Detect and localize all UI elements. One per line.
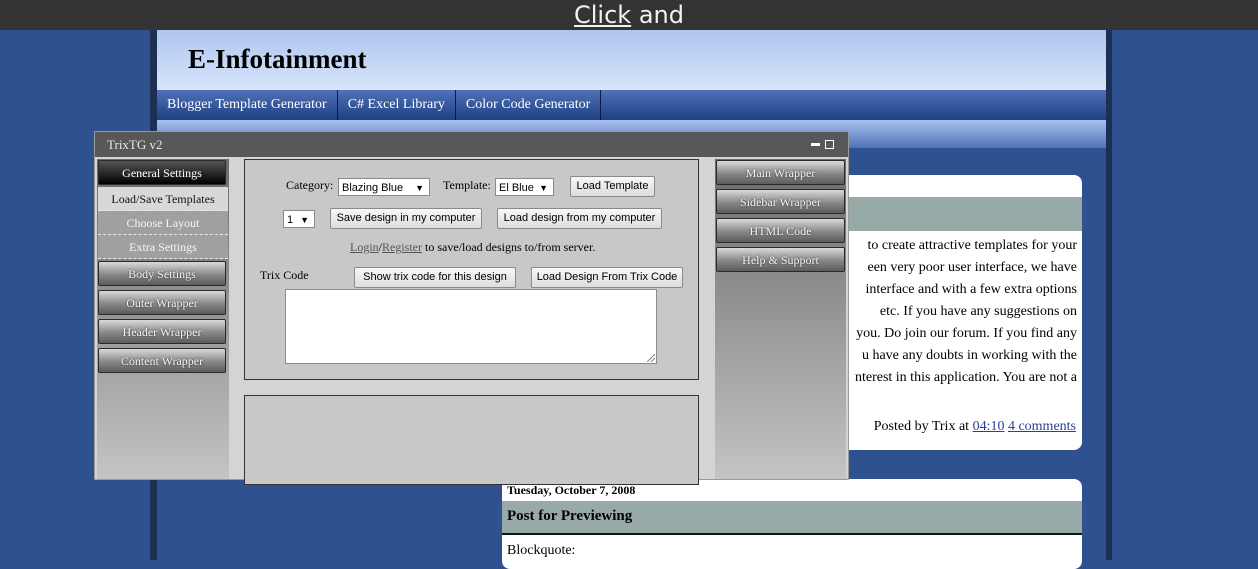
submenu-load-save-templates[interactable]: Load/Save Templates xyxy=(98,187,228,211)
post-card: Tuesday, October 7, 2008 Post for Previe… xyxy=(502,479,1082,569)
window-title: TrixTG v2 xyxy=(107,137,163,152)
restore-icon[interactable] xyxy=(825,140,834,149)
preview-panel xyxy=(244,395,699,485)
category-label: Category: xyxy=(286,178,334,192)
overlay-banner: Click and xyxy=(0,0,1258,30)
menu-outer-wrapper[interactable]: Outer Wrapper xyxy=(98,290,226,315)
trix-code-label: Trix Code xyxy=(260,268,309,282)
category-value: Blazing Blue xyxy=(342,182,404,194)
window-title-bar[interactable]: TrixTG v2 xyxy=(95,132,848,157)
post-title-band: Post for Previewing xyxy=(502,501,1082,535)
comments-link[interactable]: 4 comments xyxy=(1008,419,1076,434)
banner-rest-text: and xyxy=(638,1,684,29)
template-select[interactable]: El Blue ▼ xyxy=(495,178,554,196)
nav-item-template-generator[interactable]: Blogger Template Generator xyxy=(157,90,338,120)
menu-html-code[interactable]: HTML Code xyxy=(716,218,845,243)
trixtg-window: TrixTG v2 General Settings Load/Save Tem… xyxy=(94,131,849,485)
server-login-line: Login/Register to save/load designs to/f… xyxy=(350,240,595,255)
slot-value: 1 xyxy=(287,214,294,226)
register-link[interactable]: Register xyxy=(382,240,422,254)
load-template-button[interactable]: Load Template xyxy=(570,176,655,197)
post-time-link[interactable]: 04:10 xyxy=(973,419,1005,434)
category-select[interactable]: Blazing Blue ▼ xyxy=(338,178,430,196)
right-menu: Main Wrapper Sidebar Wrapper HTML Code H… xyxy=(715,159,846,479)
blog-header: E-Infotainment xyxy=(157,30,1106,90)
left-menu: General Settings Load/Save Templates Cho… xyxy=(97,159,229,479)
login-link[interactable]: Login xyxy=(350,240,379,254)
menu-general-settings[interactable]: General Settings xyxy=(98,160,226,185)
dropdown-arrow-icon: ▼ xyxy=(415,183,424,193)
submenu-extra-settings[interactable]: Extra Settings xyxy=(98,235,228,259)
trix-code-textarea[interactable] xyxy=(285,289,657,364)
menu-header-wrapper[interactable]: Header Wrapper xyxy=(98,319,226,344)
template-value: El Blue xyxy=(499,182,534,194)
posted-by: Posted by Trix at xyxy=(873,419,970,434)
blog-title[interactable]: E-Infotainment xyxy=(188,44,367,75)
minimize-icon[interactable] xyxy=(811,143,820,146)
server-text: to save/load designs to/from server. xyxy=(425,240,596,254)
post-date: Tuesday, October 7, 2008 xyxy=(507,483,636,497)
menu-main-wrapper[interactable]: Main Wrapper xyxy=(716,160,845,185)
blockquote-label: Blockquote: xyxy=(507,543,576,558)
nav-item-excel-library[interactable]: C# Excel Library xyxy=(338,90,456,120)
menu-sidebar-wrapper[interactable]: Sidebar Wrapper xyxy=(716,189,845,214)
template-label: Template: xyxy=(443,178,491,192)
nav-item-color-code[interactable]: Color Code Generator xyxy=(456,90,602,120)
save-design-computer-button[interactable]: Save design in my computer xyxy=(330,208,482,229)
submenu-choose-layout[interactable]: Choose Layout xyxy=(98,211,228,235)
slot-select[interactable]: 1 ▼ xyxy=(283,210,315,228)
post-title[interactable]: Post for Previewing xyxy=(507,508,632,525)
menu-body-settings[interactable]: Body Settings xyxy=(98,261,226,286)
show-trix-code-button[interactable]: Show trix code for this design xyxy=(354,267,516,288)
blog-nav: Blogger Template Generator C# Excel Libr… xyxy=(157,90,1106,120)
load-design-computer-button[interactable]: Load design from my computer xyxy=(497,208,662,229)
banner-click-text[interactable]: Click xyxy=(574,1,631,29)
load-trix-code-button[interactable]: Load Design From Trix Code xyxy=(531,267,683,288)
post-footer: Posted by Trix at 04:10 4 comments xyxy=(874,419,1076,435)
menu-help-support[interactable]: Help & Support xyxy=(716,247,845,272)
menu-content-wrapper[interactable]: Content Wrapper xyxy=(98,348,226,373)
load-save-panel: Category: Blazing Blue ▼ Template: El Bl… xyxy=(244,159,699,380)
dropdown-arrow-icon: ▼ xyxy=(300,215,309,225)
resize-grip-icon[interactable] xyxy=(647,354,655,362)
dropdown-arrow-icon: ▼ xyxy=(539,183,548,193)
